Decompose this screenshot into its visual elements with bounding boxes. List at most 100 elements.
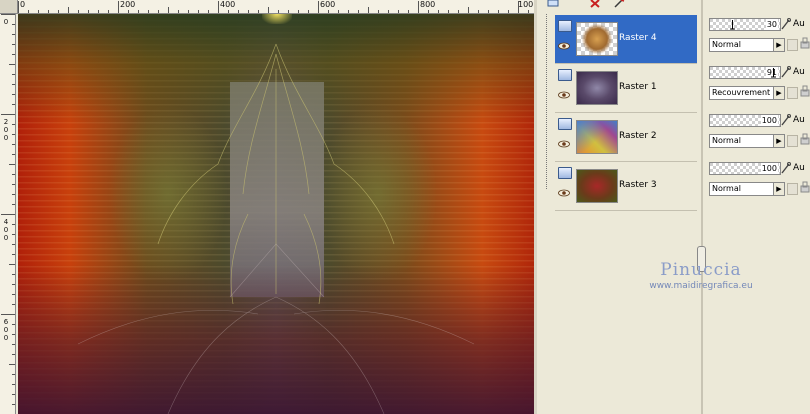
lock-icon[interactable] — [781, 114, 791, 126]
watermark-title: Pinuccia — [660, 260, 742, 280]
ruler-tick — [328, 10, 329, 13]
ruler-label: 600 — [3, 318, 9, 342]
opacity-field[interactable]: 100 — [709, 162, 781, 175]
lock-icon[interactable] — [781, 18, 791, 30]
opacity-field[interactable]: 30 — [709, 18, 781, 31]
layer-row-raster-4[interactable]: Raster 4 — [555, 15, 697, 64]
ruler-tick — [48, 10, 49, 13]
ruler-tick — [298, 10, 299, 13]
ruler-tick — [98, 10, 99, 13]
ruler-tick — [368, 7, 369, 13]
layer-name: Raster 1 — [619, 82, 657, 92]
link-icon[interactable] — [787, 39, 798, 51]
layer-thumbnail — [576, 71, 618, 105]
ruler-horizontal: 0 200 400 600 800 100 — [18, 0, 534, 14]
opacity-field[interactable]: 100 — [709, 114, 781, 127]
ruler-tick — [12, 294, 15, 295]
layer-props-raster-2: 100 Au Normal ▶ — [707, 111, 810, 159]
ruler-tick — [12, 94, 15, 95]
lock-icon[interactable] — [781, 66, 791, 78]
ruler-tick — [388, 10, 389, 13]
blend-mode-select[interactable]: Recouvrement — [709, 86, 775, 100]
ruler-tick — [28, 10, 29, 13]
watermark-url: www.maidiregrafica.eu — [649, 281, 753, 291]
opacity-value: 100 — [760, 115, 778, 126]
ruler-tick — [12, 244, 15, 245]
ruler-tick — [12, 24, 15, 25]
palette-splitter[interactable] — [701, 0, 703, 414]
ruler-corner — [0, 0, 18, 14]
opacity-slider-icon[interactable] — [729, 20, 736, 30]
dropdown-arrow-icon[interactable]: ▶ — [773, 134, 785, 148]
ruler-tick — [9, 64, 15, 65]
layer-thumbnail — [576, 120, 618, 154]
layer-thumbnail — [576, 169, 618, 203]
ruler-tick — [12, 304, 15, 305]
blend-mode-select[interactable]: Normal — [709, 38, 775, 52]
image-canvas[interactable] — [18, 14, 534, 414]
group-lock-icon[interactable] — [799, 37, 810, 49]
ruler-tick — [12, 84, 15, 85]
ruler-label: 600 — [320, 0, 336, 9]
ruler-label: 800 — [420, 0, 436, 9]
ruler-tick — [118, 1, 119, 13]
blend-mode-select[interactable]: Normal — [709, 134, 775, 148]
ruler-label: 200 — [3, 118, 9, 142]
link-icon[interactable] — [787, 135, 798, 147]
dropdown-arrow-icon[interactable]: ▶ — [773, 86, 785, 100]
group-lock-icon[interactable] — [799, 133, 810, 145]
canvas-scrollbar[interactable] — [534, 0, 537, 414]
layer-row-raster-2[interactable]: Raster 2 — [555, 113, 697, 162]
ruler-tick — [12, 104, 15, 105]
dropdown-arrow-icon[interactable]: ▶ — [773, 182, 785, 196]
group-lock-icon[interactable] — [799, 181, 810, 193]
ruler-tick — [1, 114, 15, 115]
ruler-tick — [478, 10, 479, 13]
ruler-tick — [218, 1, 219, 13]
ruler-tick — [12, 134, 15, 135]
ruler-tick — [12, 374, 15, 375]
ruler-tick — [178, 10, 179, 13]
eye-icon[interactable] — [558, 91, 570, 99]
blend-mode-select[interactable]: Normal — [709, 182, 775, 196]
ruler-tick — [358, 10, 359, 13]
layer-row-raster-1[interactable]: Raster 1 — [555, 64, 697, 113]
ruler-tick — [12, 204, 15, 205]
ruler-tick — [1, 314, 15, 315]
artwork-ornament — [77, 43, 475, 414]
ruler-tick — [378, 10, 379, 13]
ruler-tick — [308, 10, 309, 13]
eye-icon[interactable] — [558, 189, 570, 197]
ruler-label: 0 — [20, 0, 26, 9]
ruler-tick — [58, 10, 59, 13]
link-icon[interactable] — [787, 87, 798, 99]
delete-layer-icon[interactable] — [589, 0, 601, 8]
ruler-tick — [288, 10, 289, 13]
ruler-label: 400 — [3, 218, 9, 242]
ruler-tick — [418, 1, 419, 13]
eye-icon[interactable] — [558, 42, 570, 50]
edit-layer-icon[interactable] — [613, 0, 625, 8]
ruler-tick — [258, 10, 259, 13]
dropdown-arrow-icon[interactable]: ▶ — [773, 38, 785, 52]
ruler-tick — [12, 234, 15, 235]
eye-icon[interactable] — [558, 140, 570, 148]
ruler-tick — [12, 224, 15, 225]
layer-row-raster-3[interactable]: Raster 3 — [555, 162, 697, 211]
ruler-tick — [398, 10, 399, 13]
lock-icon[interactable] — [781, 162, 791, 174]
ruler-tick — [12, 394, 15, 395]
ruler-tick — [158, 10, 159, 13]
ruler-tick — [12, 284, 15, 285]
ruler-tick — [238, 10, 239, 13]
ruler-tick — [12, 254, 15, 255]
layer-type-icon — [558, 20, 572, 32]
ruler-tick — [348, 10, 349, 13]
opacity-slider-icon[interactable] — [770, 68, 777, 78]
link-icon[interactable] — [787, 183, 798, 195]
ruler-tick — [12, 274, 15, 275]
ruler-tick — [12, 124, 15, 125]
props-label: Au — [793, 19, 805, 29]
new-layer-icon[interactable] — [547, 0, 559, 8]
group-lock-icon[interactable] — [799, 85, 810, 97]
